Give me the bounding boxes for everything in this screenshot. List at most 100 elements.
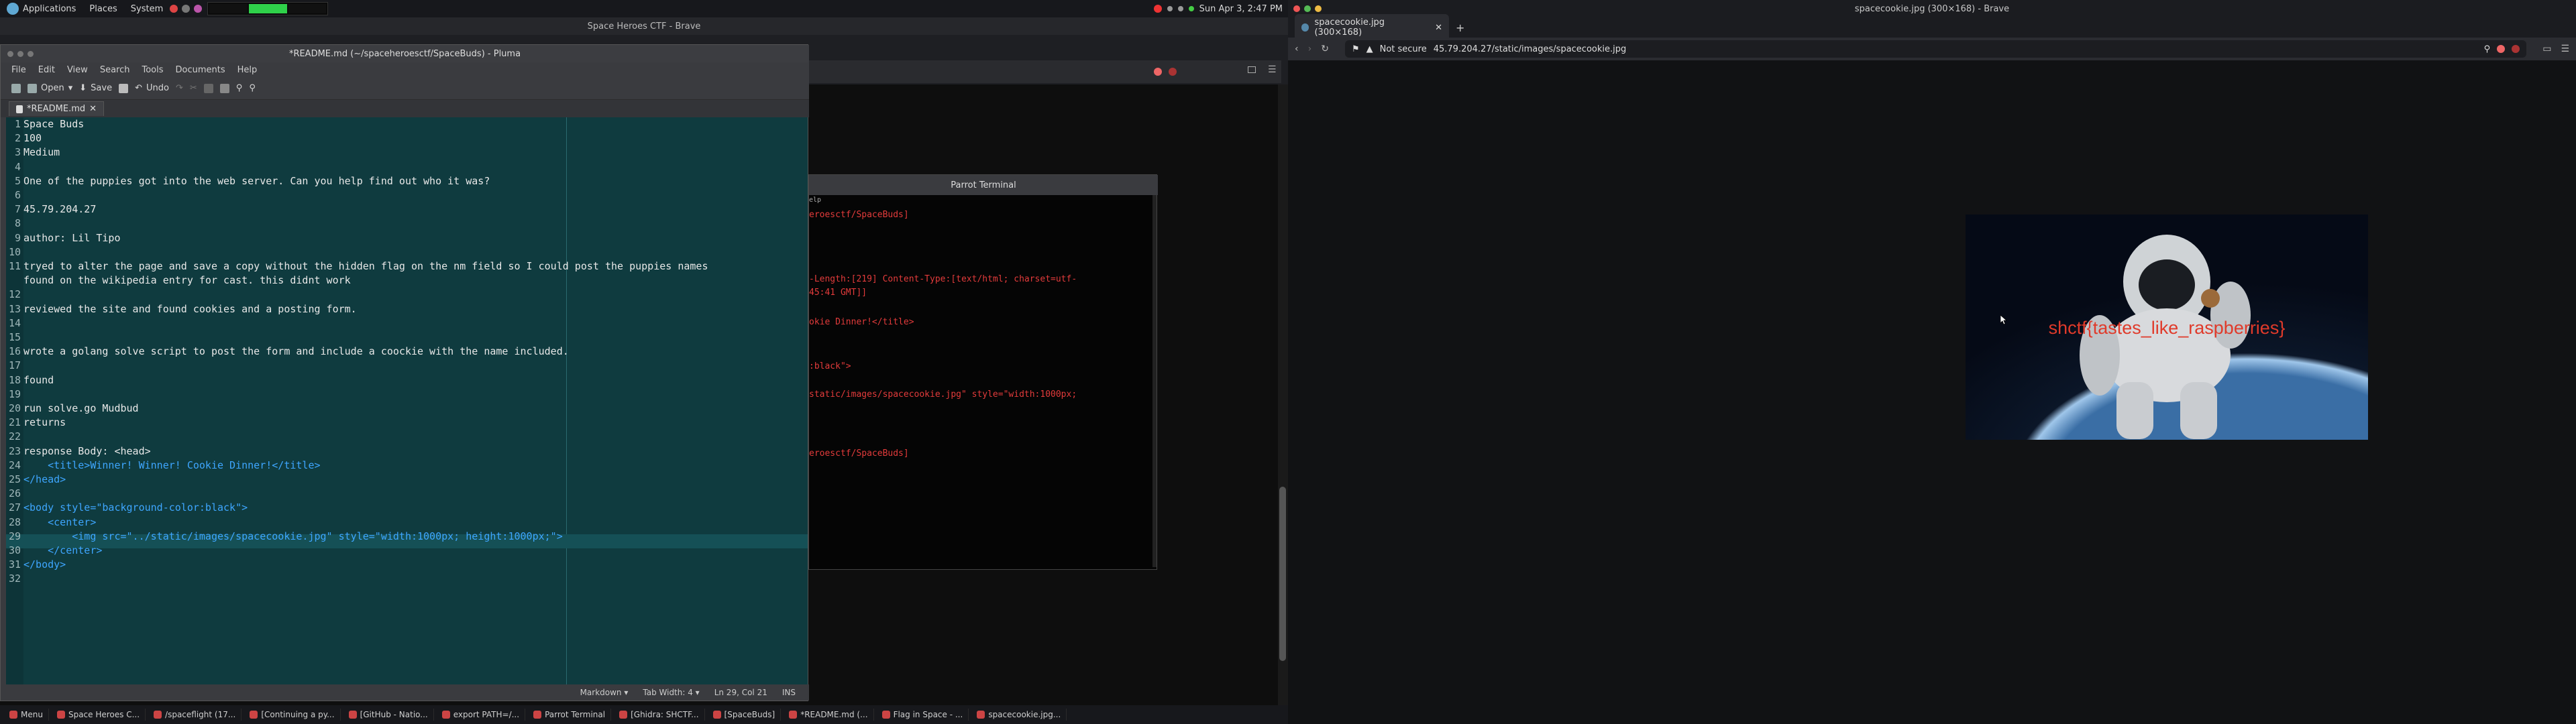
line-text[interactable]: Medium [23, 146, 60, 158]
line-text[interactable]: response Body: <head> [23, 445, 151, 457]
brave-shield-icon[interactable] [1154, 68, 1162, 76]
editor-line[interactable]: 7 45.79.204.27 [6, 202, 96, 217]
reload-icon[interactable]: ↻ [1321, 44, 1329, 54]
sidebar-icon[interactable] [1248, 66, 1256, 73]
line-text[interactable]: found on the wikipedia entry for cast. t… [23, 274, 351, 286]
applications-menu[interactable]: Applications [0, 3, 83, 15]
battery-icon[interactable] [1188, 6, 1194, 11]
editor-line[interactable]: 23 response Body: <head> [6, 444, 151, 459]
url-text[interactable]: 45.79.204.27/static/images/spacecookie.j… [1434, 44, 1627, 54]
line-text[interactable]: <img src="../static/images/spacecookie.j… [23, 530, 563, 542]
left-browser-scroll-thumb[interactable] [1279, 487, 1286, 661]
save-button[interactable]: ⬇ Save [79, 83, 112, 93]
maximize-icon[interactable] [28, 51, 34, 57]
menu-help[interactable]: Help [237, 65, 258, 75]
taskbar-item[interactable]: export PATH=/... [437, 709, 526, 721]
line-text[interactable]: author: Lil Tipo [23, 232, 121, 244]
taskbar-item[interactable]: [Continuing a py... [244, 709, 341, 721]
hamburger-menu-icon[interactable]: ☰ [1268, 64, 1277, 75]
menu-system-label[interactable]: System [131, 4, 163, 14]
line-text[interactable]: </body> [23, 558, 66, 570]
minimize-icon[interactable] [17, 51, 23, 57]
editor-line[interactable]: 14 [6, 316, 23, 330]
taskbar-item[interactable]: spacecookie.jpg... [971, 709, 1067, 721]
menu-tools[interactable]: Tools [142, 65, 163, 75]
editor-line[interactable]: 26 [6, 487, 23, 501]
line-text[interactable]: <center> [23, 516, 96, 528]
app-launcher-icon[interactable] [194, 5, 203, 13]
taskbar-item[interactable]: Space Heroes C... [52, 709, 146, 721]
line-text[interactable]: </center> [23, 544, 102, 556]
forward-icon[interactable]: › [1308, 44, 1312, 54]
cut-icon[interactable]: ✂ [190, 83, 197, 93]
tab-spacecookie[interactable]: spacecookie.jpg (300×168) ✕ [1295, 14, 1449, 41]
editor-line[interactable]: 8 [6, 217, 23, 231]
menu-search[interactable]: Search [100, 65, 130, 75]
menu-places[interactable]: Places [83, 4, 123, 14]
taskbar-item[interactable]: [GitHub - Natio... [343, 709, 434, 721]
editor-line[interactable]: 32 [6, 572, 23, 586]
editor-line[interactable]: 20 run solve.go Mudbud [6, 402, 139, 416]
close-icon[interactable]: ✕ [89, 104, 97, 114]
line-text[interactable]: tryed to alter the page and save a copy … [23, 260, 708, 272]
editor-line[interactable]: 4 [6, 160, 23, 174]
bookmark-icon[interactable]: ⚑ [1352, 44, 1360, 54]
editor-text-area[interactable]: 1 Space Buds 2 100 3 Medium 4 5 One of the puppi… [6, 117, 808, 694]
line-text[interactable]: run solve.go Mudbud [23, 402, 139, 414]
terminal-menu-fragment[interactable]: elp [809, 196, 821, 204]
editor-line[interactable]: 19 [6, 387, 23, 402]
line-text[interactable]: Space Buds [23, 118, 84, 130]
taskbar-item[interactable]: Flag in Space - ... [877, 709, 969, 721]
editor-line[interactable]: 29 <img src="../static/images/spacecooki… [6, 530, 563, 544]
line-text[interactable]: 100 [23, 132, 42, 144]
brave-shield-icon[interactable] [2497, 45, 2506, 53]
editor-line[interactable]: 9 author: Lil Tipo [6, 231, 121, 245]
line-text[interactable]: </head> [23, 473, 66, 485]
redo-icon[interactable]: ↷ [176, 83, 183, 93]
line-text[interactable]: 45.79.204.27 [23, 203, 96, 215]
volume-icon[interactable] [1177, 6, 1183, 11]
menu-places-label[interactable]: Places [89, 4, 117, 14]
line-text[interactable]: wrote a golang solve script to post the … [23, 345, 569, 357]
editor-line[interactable]: 13 reviewed the site and found cookies an… [6, 302, 357, 316]
tab-readme[interactable]: *README.md ✕ [9, 101, 105, 116]
search-icon[interactable]: ⚲ [236, 83, 243, 93]
line-text[interactable]: found [23, 374, 54, 386]
new-document-icon[interactable] [11, 83, 21, 93]
back-icon[interactable]: ‹ [1295, 44, 1299, 54]
language-selector[interactable]: Markdown ▾ [580, 688, 629, 697]
maximize-icon[interactable] [1304, 5, 1311, 12]
close-icon[interactable] [7, 51, 13, 57]
brave-rewards-icon[interactable] [1169, 68, 1177, 76]
editor-line[interactable]: 25 </head> [6, 473, 66, 487]
address-bar[interactable]: ⚑ ▲ Not secure 45.79.204.27/static/image… [1344, 40, 2527, 58]
clock-text[interactable]: Sun Apr 3, 2:47 PM [1199, 4, 1283, 14]
editor-line[interactable]: 5 One of the puppies got into the web ser… [6, 174, 490, 188]
menu-view[interactable]: View [67, 65, 88, 75]
line-text[interactable]: <body style="background-color:black"> [23, 501, 248, 514]
editor-line[interactable]: 24 <title>Winner! Winner! Cookie Dinner!… [6, 459, 321, 473]
tab-width-selector[interactable]: Tab Width: 4 ▾ [643, 688, 699, 697]
undo-button[interactable]: ↶ Undo [135, 83, 169, 93]
sidebar-icon[interactable]: ▭ [2542, 44, 2551, 54]
taskbar-item[interactable]: [Ghidra: SHCTF... [614, 709, 705, 721]
replace-icon[interactable]: ⚲ [249, 83, 256, 93]
line-text[interactable]: <title>Winner! Winner! Cookie Dinner!</t… [23, 459, 320, 471]
line-text[interactable]: One of the puppies got into the web serv… [23, 175, 490, 187]
paste-icon[interactable] [219, 83, 229, 93]
editor-line[interactable]: 28 <center> [6, 516, 96, 530]
brave-launcher-icon[interactable] [170, 5, 178, 13]
not-secure-label[interactable]: Not secure [1380, 44, 1427, 54]
close-icon[interactable]: ✕ [1435, 23, 1442, 33]
network-icon[interactable] [1167, 6, 1173, 11]
editor-line[interactable]: 31 </body> [6, 558, 66, 572]
taskbar-item[interactable]: [SpaceBuds] [708, 709, 782, 721]
editor-line[interactable]: 3 Medium [6, 145, 60, 160]
menu-system[interactable]: System [124, 4, 170, 14]
zoom-icon[interactable]: ⚲ [2484, 44, 2491, 54]
editor-line[interactable]: 21 returns [6, 416, 66, 430]
editor-line[interactable]: 27 <body style="background-color:black"> [6, 501, 248, 515]
editor-line[interactable]: found on the wikipedia entry for cast. t… [6, 274, 351, 288]
menu-edit[interactable]: Edit [38, 65, 55, 75]
brave-rewards-icon[interactable] [2512, 45, 2520, 53]
